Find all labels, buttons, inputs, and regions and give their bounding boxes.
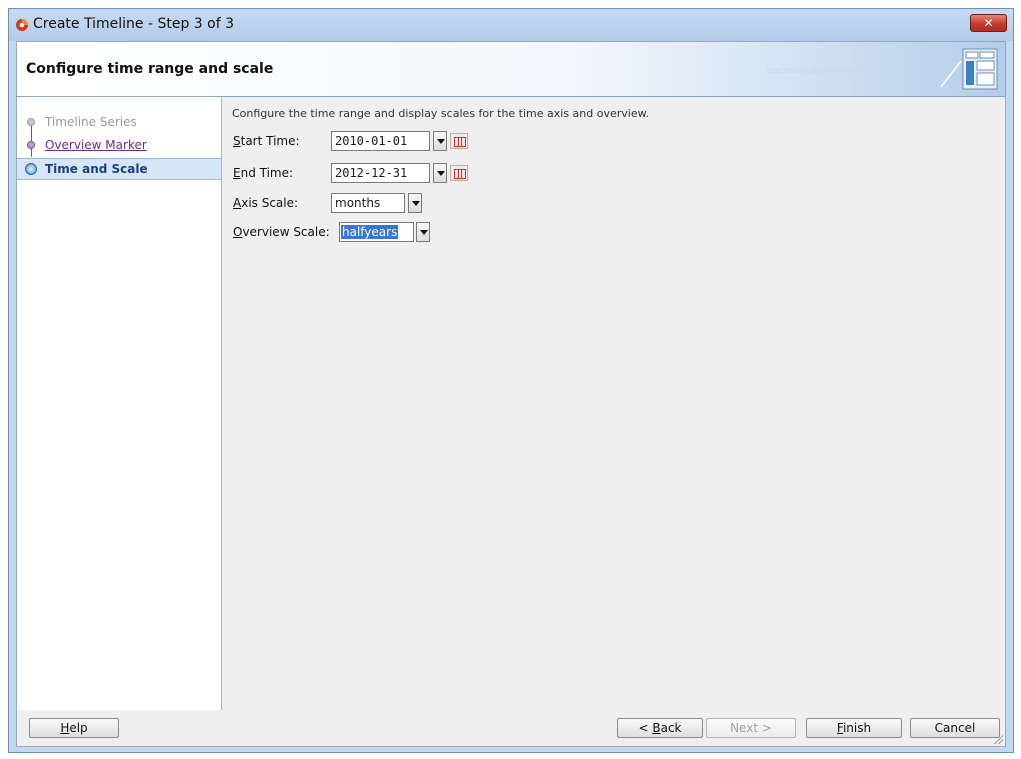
label-text: xis Scale: [241, 196, 299, 210]
start-time-calendar-button[interactable] [450, 133, 468, 149]
step-dot-icon [27, 118, 35, 126]
mnemonic: H [60, 721, 70, 735]
title-bar[interactable]: Create Timeline - Step 3 of 3 ✕ [9, 9, 1013, 41]
button-label: ack [660, 721, 682, 735]
calendar-icon [454, 169, 466, 179]
page-title: Configure time range and scale [26, 61, 274, 77]
current-step-icon [25, 163, 37, 175]
next-button[interactable]: Next > [706, 718, 796, 738]
help-button[interactable]: Help [29, 718, 119, 738]
step-description: Configure the time range and display sca… [232, 107, 650, 120]
mnemonic: B [652, 721, 661, 735]
step-label[interactable]: Overview Marker [45, 138, 147, 152]
button-label: inish [842, 721, 872, 735]
overview-scale-label: Overview Scale: [233, 225, 330, 239]
start-time-field[interactable]: 2010-01-01 [331, 131, 430, 151]
label-text: tart Time: [240, 134, 300, 148]
app-logo-icon [16, 19, 28, 31]
end-time-dropdown-icon[interactable] [433, 163, 447, 183]
step-label: Time and Scale [45, 162, 148, 176]
wizard-steps-panel: Timeline Series Overview Marker Time and… [17, 97, 222, 710]
overview-scale-select[interactable]: halfyears [339, 222, 414, 242]
step-overview-marker[interactable]: Overview Marker [17, 135, 221, 155]
step-label: Timeline Series [45, 115, 137, 129]
axis-scale-value: months [335, 196, 381, 210]
axis-scale-dropdown-icon[interactable] [408, 193, 422, 213]
back-button[interactable]: < Back [617, 718, 703, 738]
overview-scale-value: halfyears [341, 225, 399, 239]
end-time-field[interactable]: 2012-12-31 [331, 163, 430, 183]
label-text: nd Time: [240, 166, 294, 180]
window-title: Create Timeline - Step 3 of 3 [33, 16, 234, 32]
mnemonic: S [233, 134, 241, 148]
mnemonic: A [233, 196, 242, 210]
cancel-button[interactable]: Cancel [910, 718, 1000, 738]
axis-scale-label: Axis Scale: [233, 196, 298, 210]
button-bar: Help < Back Next > Finish Cancel [17, 710, 1005, 746]
button-label: < [638, 721, 653, 735]
button-label: Cancel [934, 721, 976, 735]
start-time-label: Start Time: [233, 134, 300, 148]
axis-scale-select[interactable]: months [331, 193, 405, 213]
close-icon: ✕ [983, 16, 994, 30]
step-dot-icon [27, 141, 35, 149]
dialog-client-area: Configure time range and scale 010101010… [16, 41, 1006, 747]
finish-button[interactable]: Finish [806, 718, 902, 738]
step-time-and-scale[interactable]: Time and Scale [17, 158, 221, 180]
button-label: elp [69, 721, 88, 735]
close-button[interactable]: ✕ [970, 14, 1007, 32]
resize-grip-icon[interactable] [993, 734, 1003, 744]
overview-scale-dropdown-icon[interactable] [416, 222, 430, 242]
label-text: verview Scale: [242, 225, 330, 239]
end-time-label: End Time: [233, 166, 293, 180]
start-time-dropdown-icon[interactable] [433, 131, 447, 151]
step-timeline-series: Timeline Series [17, 112, 221, 132]
calendar-icon [454, 137, 466, 147]
end-time-calendar-button[interactable] [450, 165, 468, 181]
dialog-window: Create Timeline - Step 3 of 3 ✕ Configur… [8, 8, 1014, 753]
wizard-graphic-icon [940, 48, 998, 90]
header-banner: Configure time range and scale 010101010… [17, 42, 1005, 97]
start-time-value: 2010-01-01 [335, 134, 408, 148]
end-time-value: 2012-12-31 [335, 166, 408, 180]
binary-decoration: 0101010101101010101010101010101 01101010… [767, 67, 917, 75]
main-content: Configure the time range and display sca… [222, 97, 1005, 710]
mnemonic: E [233, 166, 241, 180]
button-label: Next > [730, 721, 772, 735]
selected-text: halfyears [341, 225, 399, 239]
